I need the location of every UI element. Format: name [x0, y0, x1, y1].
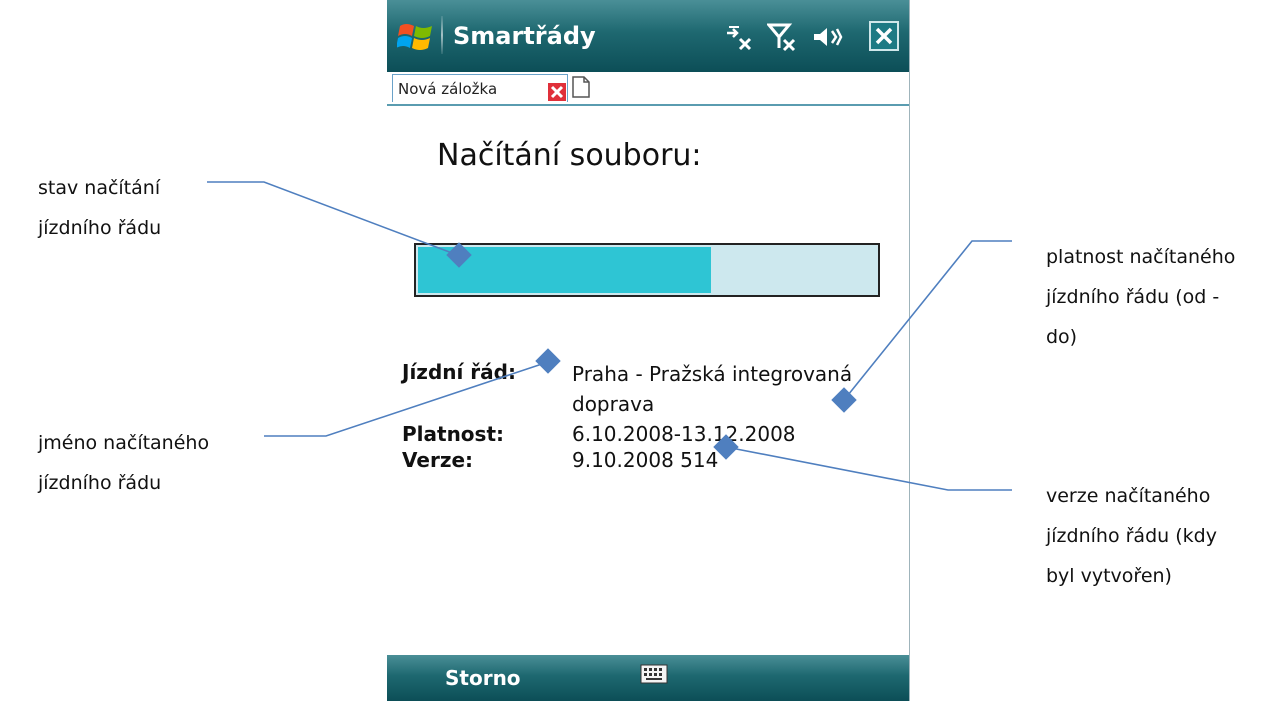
tab-label: Nová záložka	[398, 79, 498, 98]
title-separator	[441, 16, 443, 54]
callout-version: verze načítaného jízdního řádu (kdy byl …	[1046, 476, 1217, 596]
phone-screen: Smartřády Nová záložka Načítání souboru:…	[387, 0, 910, 701]
page-title: Načítání souboru:	[437, 138, 702, 173]
timetable-value: Praha - Pražská integrovaná	[572, 362, 853, 386]
version-label: Verze:	[402, 448, 474, 472]
timetable-label: Jízdní řád:	[402, 360, 516, 384]
app-title: Smartřády	[453, 22, 596, 50]
connectivity-icon[interactable]	[725, 23, 753, 51]
version-value: 9.10.2008 514	[572, 448, 719, 472]
tab-new[interactable]: Nová záložka	[392, 74, 568, 102]
callout-line: jméno načítaného	[38, 432, 210, 454]
softkey-bar: Storno	[387, 655, 909, 701]
tab-close-icon[interactable]	[548, 83, 566, 101]
keyboard-icon[interactable]	[640, 664, 668, 684]
progress-bar	[414, 243, 880, 297]
progress-fill	[418, 247, 711, 293]
cancel-button[interactable]: Storno	[445, 666, 521, 690]
validity-label: Platnost:	[402, 422, 505, 446]
callout-validity: platnost načítaného jízdního řádu (od - …	[1046, 237, 1235, 357]
no-signal-icon[interactable]	[767, 22, 797, 52]
callout-line: verze načítaného	[1046, 485, 1211, 507]
callout-progress: stav načítání jízdního řádu	[38, 168, 161, 248]
timetable-value-cont: doprava	[572, 392, 655, 416]
callout-line: jízdního řádu	[38, 217, 162, 239]
callout-line: platnost načítaného	[1046, 246, 1236, 268]
close-button[interactable]	[869, 21, 899, 51]
callout-line: do)	[1046, 326, 1078, 348]
callout-line: jízdního řádu (od -	[1046, 286, 1220, 308]
callout-line: byl vytvořen)	[1046, 565, 1172, 587]
callout-line: jízdního řádu (kdy	[1046, 525, 1217, 547]
new-tab-icon[interactable]	[571, 76, 591, 98]
validity-value: 6.10.2008-13.12.2008	[572, 422, 796, 446]
close-icon	[875, 27, 893, 45]
windows-start-icon[interactable]	[397, 18, 435, 56]
tab-strip: Nová záložka	[387, 72, 909, 106]
title-bar: Smartřády	[387, 0, 909, 72]
volume-icon[interactable]	[811, 23, 843, 51]
status-icons	[725, 20, 843, 54]
callout-line: jízdního řádu	[38, 472, 162, 494]
callout-line: stav načítání	[38, 177, 161, 199]
callout-name: jméno načítaného jízdního řádu	[38, 423, 209, 503]
